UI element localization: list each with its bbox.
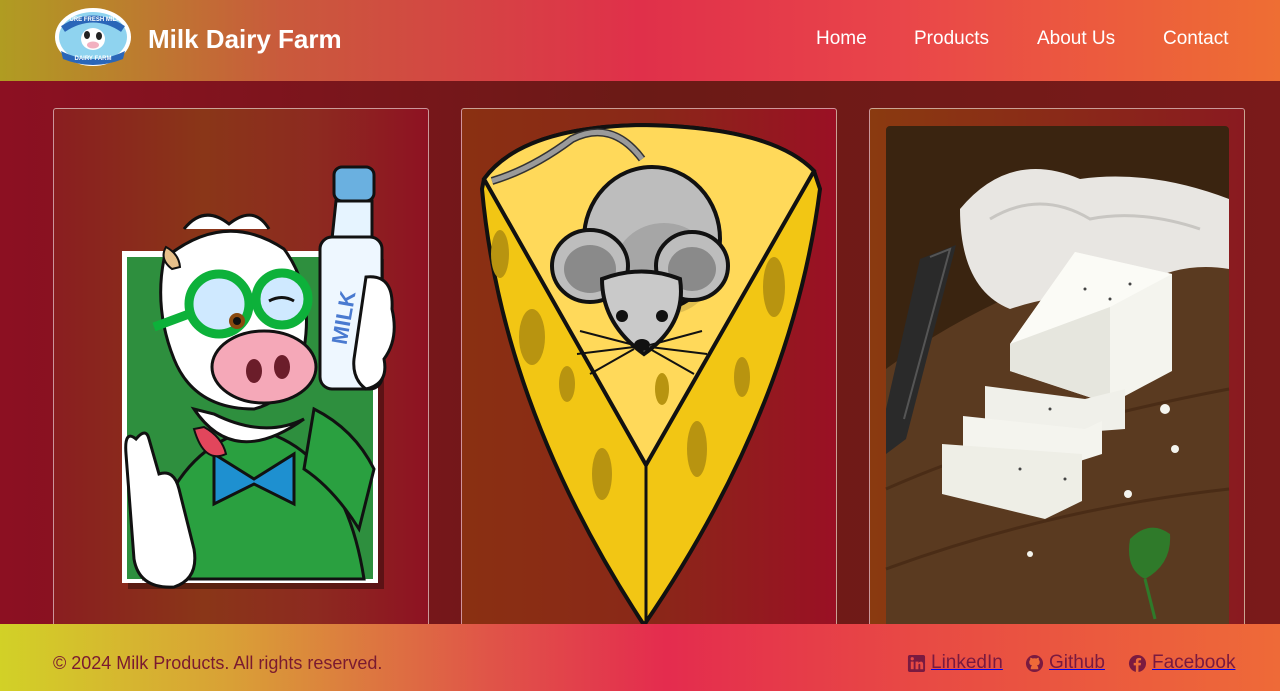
nav-about-us[interactable]: About Us [1037, 28, 1115, 50]
nav-contact[interactable]: Contact [1163, 28, 1228, 50]
copyright-text: © 2024 Milk Products. All rights reserve… [53, 653, 383, 673]
nav-home[interactable]: Home [816, 28, 867, 50]
nav-products[interactable]: Products [914, 28, 989, 50]
product-card-cheese[interactable] [461, 108, 837, 628]
facebook-icon [1128, 654, 1147, 672]
site-header: PURE FRESH MILK DAIRY FARM Milk Dairy Fa… [0, 0, 1280, 81]
github-link[interactable]: Github [1025, 651, 1105, 675]
linkedin-link[interactable]: LinkedIn [907, 651, 1003, 675]
github-label: Github [1049, 652, 1105, 673]
product-card-paneer[interactable] [869, 108, 1245, 628]
main-nav: Home Products About Us Contact [0, 28, 1280, 52]
facebook-label: Facebook [1152, 652, 1236, 673]
logo-bottom-text: DAIRY FARM [74, 56, 111, 62]
paneer-on-cutting-board-image [885, 126, 1230, 627]
mouse-on-cheese-image [479, 122, 823, 627]
facebook-link[interactable]: Facebook [1128, 651, 1235, 675]
site-footer: © 2024 Milk Products. All rights reserve… [0, 624, 1280, 691]
github-icon [1025, 654, 1044, 672]
linkedin-label: LinkedIn [931, 652, 1003, 673]
logo-top-text: PURE FRESH MILK [65, 17, 121, 23]
cow-with-milk-bottle-image: MILK [122, 165, 396, 589]
linkedin-icon [907, 654, 926, 672]
product-card-milk[interactable]: MILK [53, 108, 429, 628]
